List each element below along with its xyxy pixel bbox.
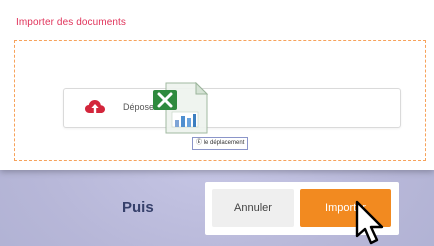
upload-drop-target[interactable] <box>63 88 401 128</box>
mouse-cursor-icon <box>355 200 384 245</box>
cancel-button[interactable]: Annuler <box>212 189 294 227</box>
then-label: Puis <box>122 199 154 216</box>
drag-tooltip: Ⓔ le déplacement <box>192 137 249 150</box>
spreadsheet-file-icon[interactable] <box>152 82 208 134</box>
cloud-upload-icon[interactable] <box>84 98 106 116</box>
dialog-title: Importer des documents <box>16 17 127 28</box>
